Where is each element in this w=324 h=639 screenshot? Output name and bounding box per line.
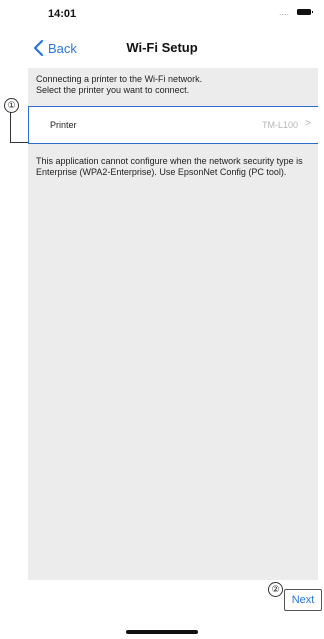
home-indicator[interactable]	[126, 630, 198, 634]
callout-line	[10, 142, 28, 143]
printer-value: TM-L100	[261, 120, 298, 130]
setup-content-panel: Connecting a printer to the Wi-Fi networ…	[28, 68, 318, 580]
page-title: Wi-Fi Setup	[126, 40, 198, 55]
chevron-right-icon: >	[305, 118, 311, 129]
instruction-text: Connecting a printer to the Wi-Fi networ…	[36, 74, 311, 96]
callout-marker-1: ①	[4, 98, 19, 113]
status-bar: 14:01 ....	[0, 0, 324, 26]
signal-icon: ....	[279, 7, 290, 17]
printer-label: Printer	[50, 120, 77, 130]
instruction-line: Select the printer you want to connect.	[36, 85, 190, 95]
printer-select-row[interactable]: Printer TM-L100 >	[28, 106, 318, 144]
enterprise-note: This application cannot configure when t…	[36, 156, 303, 177]
next-button[interactable]: Next	[284, 589, 322, 611]
callout-line	[10, 112, 11, 142]
navigation-bar: Back Wi-Fi Setup	[0, 26, 324, 64]
instruction-line: Connecting a printer to the Wi-Fi networ…	[36, 74, 203, 84]
callout-marker-2: ②	[268, 582, 283, 597]
battery-icon	[297, 9, 313, 15]
status-time: 14:01	[48, 8, 77, 20]
